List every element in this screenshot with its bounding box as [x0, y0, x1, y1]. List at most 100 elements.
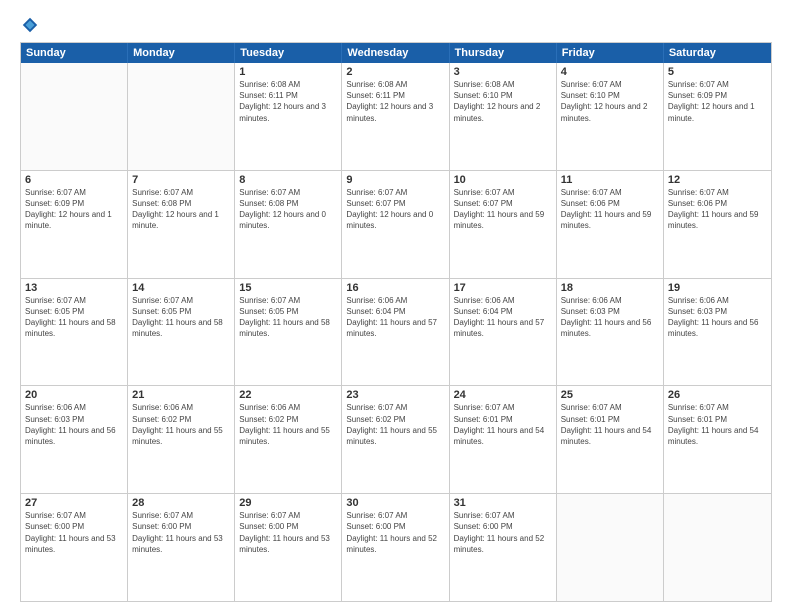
day-info: Sunrise: 6:07 AM Sunset: 6:10 PM Dayligh… [561, 79, 659, 124]
cal-cell [664, 494, 771, 601]
day-info: Sunrise: 6:06 AM Sunset: 6:03 PM Dayligh… [561, 295, 659, 340]
header-day-friday: Friday [557, 43, 664, 63]
cal-cell: 12Sunrise: 6:07 AM Sunset: 6:06 PM Dayli… [664, 171, 771, 278]
day-info: Sunrise: 6:06 AM Sunset: 6:03 PM Dayligh… [25, 402, 123, 447]
cal-cell: 16Sunrise: 6:06 AM Sunset: 6:04 PM Dayli… [342, 279, 449, 386]
day-number: 7 [132, 174, 230, 186]
cal-cell: 25Sunrise: 6:07 AM Sunset: 6:01 PM Dayli… [557, 386, 664, 493]
day-info: Sunrise: 6:07 AM Sunset: 6:07 PM Dayligh… [454, 187, 552, 232]
cal-cell: 4Sunrise: 6:07 AM Sunset: 6:10 PM Daylig… [557, 63, 664, 170]
calendar-row-1: 1Sunrise: 6:08 AM Sunset: 6:11 PM Daylig… [21, 63, 771, 171]
day-number: 2 [346, 66, 444, 78]
day-number: 9 [346, 174, 444, 186]
header-day-monday: Monday [128, 43, 235, 63]
day-number: 21 [132, 389, 230, 401]
cal-cell: 30Sunrise: 6:07 AM Sunset: 6:00 PM Dayli… [342, 494, 449, 601]
header-day-sunday: Sunday [21, 43, 128, 63]
day-number: 15 [239, 282, 337, 294]
cal-cell: 17Sunrise: 6:06 AM Sunset: 6:04 PM Dayli… [450, 279, 557, 386]
day-info: Sunrise: 6:07 AM Sunset: 6:08 PM Dayligh… [239, 187, 337, 232]
day-number: 11 [561, 174, 659, 186]
day-number: 5 [668, 66, 767, 78]
cal-cell: 21Sunrise: 6:06 AM Sunset: 6:02 PM Dayli… [128, 386, 235, 493]
cal-cell: 3Sunrise: 6:08 AM Sunset: 6:10 PM Daylig… [450, 63, 557, 170]
page: SundayMondayTuesdayWednesdayThursdayFrid… [0, 0, 792, 612]
day-info: Sunrise: 6:08 AM Sunset: 6:11 PM Dayligh… [239, 79, 337, 124]
day-info: Sunrise: 6:07 AM Sunset: 6:00 PM Dayligh… [454, 510, 552, 555]
day-info: Sunrise: 6:07 AM Sunset: 6:00 PM Dayligh… [25, 510, 123, 555]
day-number: 25 [561, 389, 659, 401]
cal-cell: 15Sunrise: 6:07 AM Sunset: 6:05 PM Dayli… [235, 279, 342, 386]
day-number: 12 [668, 174, 767, 186]
header-day-thursday: Thursday [450, 43, 557, 63]
day-number: 26 [668, 389, 767, 401]
logo [20, 16, 40, 34]
day-info: Sunrise: 6:07 AM Sunset: 6:00 PM Dayligh… [132, 510, 230, 555]
day-info: Sunrise: 6:07 AM Sunset: 6:09 PM Dayligh… [668, 79, 767, 124]
day-info: Sunrise: 6:06 AM Sunset: 6:03 PM Dayligh… [668, 295, 767, 340]
day-number: 20 [25, 389, 123, 401]
day-number: 23 [346, 389, 444, 401]
day-number: 27 [25, 497, 123, 509]
day-info: Sunrise: 6:07 AM Sunset: 6:06 PM Dayligh… [668, 187, 767, 232]
cal-cell [128, 63, 235, 170]
calendar-row-4: 20Sunrise: 6:06 AM Sunset: 6:03 PM Dayli… [21, 386, 771, 494]
cal-cell: 27Sunrise: 6:07 AM Sunset: 6:00 PM Dayli… [21, 494, 128, 601]
header-day-saturday: Saturday [664, 43, 771, 63]
day-number: 10 [454, 174, 552, 186]
cal-cell: 23Sunrise: 6:07 AM Sunset: 6:02 PM Dayli… [342, 386, 449, 493]
day-info: Sunrise: 6:06 AM Sunset: 6:02 PM Dayligh… [132, 402, 230, 447]
day-info: Sunrise: 6:07 AM Sunset: 6:05 PM Dayligh… [239, 295, 337, 340]
day-number: 4 [561, 66, 659, 78]
cal-cell: 13Sunrise: 6:07 AM Sunset: 6:05 PM Dayli… [21, 279, 128, 386]
cal-cell: 9Sunrise: 6:07 AM Sunset: 6:07 PM Daylig… [342, 171, 449, 278]
cal-cell: 20Sunrise: 6:06 AM Sunset: 6:03 PM Dayli… [21, 386, 128, 493]
logo-icon [21, 16, 39, 34]
cal-cell: 31Sunrise: 6:07 AM Sunset: 6:00 PM Dayli… [450, 494, 557, 601]
day-info: Sunrise: 6:07 AM Sunset: 6:00 PM Dayligh… [346, 510, 444, 555]
cal-cell [557, 494, 664, 601]
calendar: SundayMondayTuesdayWednesdayThursdayFrid… [20, 42, 772, 602]
calendar-row-3: 13Sunrise: 6:07 AM Sunset: 6:05 PM Dayli… [21, 279, 771, 387]
day-info: Sunrise: 6:07 AM Sunset: 6:01 PM Dayligh… [668, 402, 767, 447]
day-number: 31 [454, 497, 552, 509]
day-number: 19 [668, 282, 767, 294]
cal-cell: 8Sunrise: 6:07 AM Sunset: 6:08 PM Daylig… [235, 171, 342, 278]
day-number: 29 [239, 497, 337, 509]
day-info: Sunrise: 6:07 AM Sunset: 6:05 PM Dayligh… [25, 295, 123, 340]
cal-cell: 24Sunrise: 6:07 AM Sunset: 6:01 PM Dayli… [450, 386, 557, 493]
cal-cell: 28Sunrise: 6:07 AM Sunset: 6:00 PM Dayli… [128, 494, 235, 601]
calendar-header: SundayMondayTuesdayWednesdayThursdayFrid… [21, 43, 771, 63]
day-number: 6 [25, 174, 123, 186]
day-info: Sunrise: 6:07 AM Sunset: 6:01 PM Dayligh… [454, 402, 552, 447]
cal-cell: 18Sunrise: 6:06 AM Sunset: 6:03 PM Dayli… [557, 279, 664, 386]
day-info: Sunrise: 6:07 AM Sunset: 6:01 PM Dayligh… [561, 402, 659, 447]
cal-cell: 2Sunrise: 6:08 AM Sunset: 6:11 PM Daylig… [342, 63, 449, 170]
day-number: 16 [346, 282, 444, 294]
header-day-tuesday: Tuesday [235, 43, 342, 63]
day-number: 22 [239, 389, 337, 401]
day-info: Sunrise: 6:08 AM Sunset: 6:10 PM Dayligh… [454, 79, 552, 124]
day-number: 3 [454, 66, 552, 78]
day-number: 30 [346, 497, 444, 509]
cal-cell: 14Sunrise: 6:07 AM Sunset: 6:05 PM Dayli… [128, 279, 235, 386]
day-info: Sunrise: 6:06 AM Sunset: 6:02 PM Dayligh… [239, 402, 337, 447]
day-info: Sunrise: 6:07 AM Sunset: 6:08 PM Dayligh… [132, 187, 230, 232]
header-day-wednesday: Wednesday [342, 43, 449, 63]
calendar-row-5: 27Sunrise: 6:07 AM Sunset: 6:00 PM Dayli… [21, 494, 771, 601]
day-info: Sunrise: 6:07 AM Sunset: 6:05 PM Dayligh… [132, 295, 230, 340]
day-info: Sunrise: 6:06 AM Sunset: 6:04 PM Dayligh… [454, 295, 552, 340]
cal-cell: 1Sunrise: 6:08 AM Sunset: 6:11 PM Daylig… [235, 63, 342, 170]
cal-cell: 7Sunrise: 6:07 AM Sunset: 6:08 PM Daylig… [128, 171, 235, 278]
day-info: Sunrise: 6:06 AM Sunset: 6:04 PM Dayligh… [346, 295, 444, 340]
cal-cell [21, 63, 128, 170]
calendar-body: 1Sunrise: 6:08 AM Sunset: 6:11 PM Daylig… [21, 63, 771, 601]
day-number: 8 [239, 174, 337, 186]
calendar-row-2: 6Sunrise: 6:07 AM Sunset: 6:09 PM Daylig… [21, 171, 771, 279]
cal-cell: 11Sunrise: 6:07 AM Sunset: 6:06 PM Dayli… [557, 171, 664, 278]
day-number: 24 [454, 389, 552, 401]
day-number: 14 [132, 282, 230, 294]
day-info: Sunrise: 6:08 AM Sunset: 6:11 PM Dayligh… [346, 79, 444, 124]
day-info: Sunrise: 6:07 AM Sunset: 6:09 PM Dayligh… [25, 187, 123, 232]
cal-cell: 6Sunrise: 6:07 AM Sunset: 6:09 PM Daylig… [21, 171, 128, 278]
